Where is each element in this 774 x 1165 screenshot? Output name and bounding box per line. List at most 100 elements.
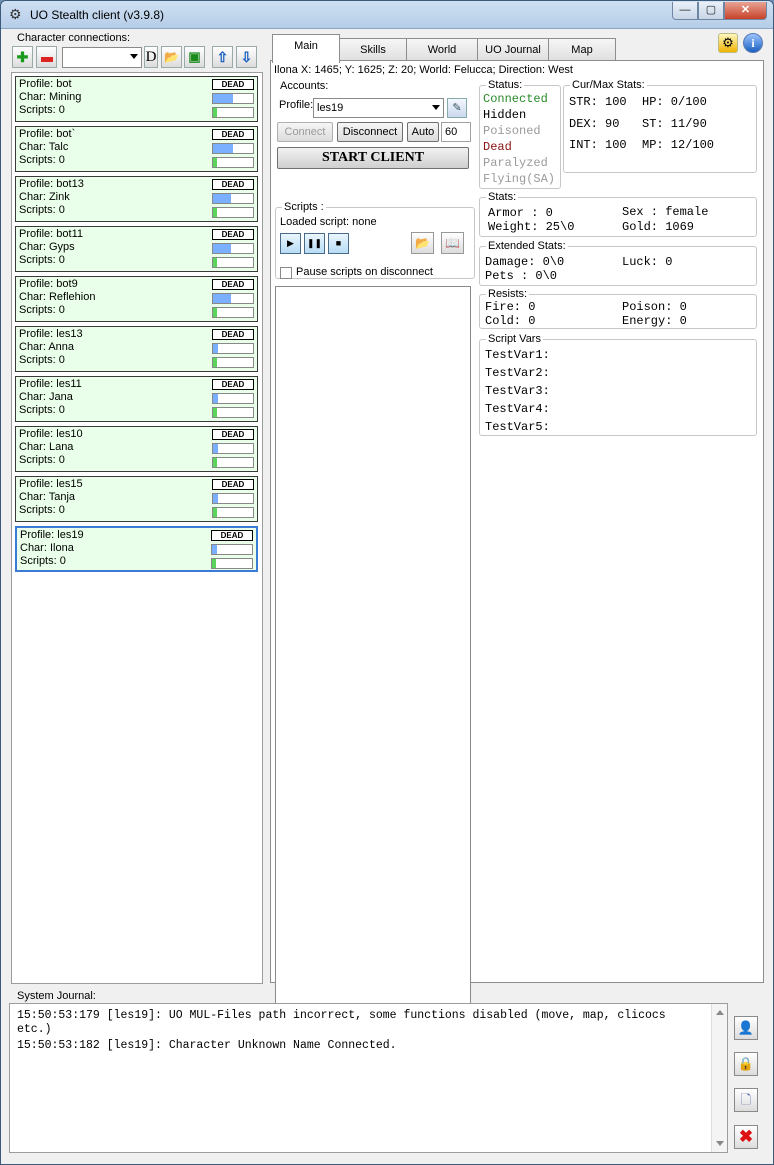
minimize-button[interactable]: — [672, 2, 698, 20]
disconnect-button[interactable]: Disconnect [337, 122, 403, 142]
tab-main[interactable]: Main [272, 34, 340, 63]
clear-journal-button[interactable]: ✖ [734, 1125, 758, 1149]
accounts-group: Accounts: Profile: les19 ✎ Connect Disco… [275, 80, 475, 201]
hp-bar [212, 293, 254, 304]
connection-scripts: Scripts: 0 [19, 454, 65, 466]
open-script-button[interactable]: 📂 [411, 232, 434, 254]
st-bar-fill [213, 458, 217, 467]
hp-bar [212, 393, 254, 404]
system-journal-caption: System Journal: [17, 990, 96, 1002]
connection-item[interactable]: Profile: bot Char: Mining Scripts: 0 DEAD [15, 76, 258, 122]
connection-scripts: Scripts: 0 [20, 555, 66, 567]
maximize-button[interactable]: ▢ [698, 2, 724, 20]
profile-label: Profile: [279, 99, 314, 111]
script-manager-button[interactable]: 📖 [441, 232, 464, 254]
profile-select-value: les19 [317, 102, 344, 114]
tab-skills[interactable]: Skills [339, 38, 407, 62]
d-button[interactable]: D [144, 46, 158, 68]
connection-profile: Profile: bot9 [19, 278, 78, 290]
script-var: TestVar1: [485, 348, 550, 362]
st-bar [212, 407, 254, 418]
st-bar-fill [213, 208, 217, 217]
connection-scripts: Scripts: 0 [19, 154, 65, 166]
journal-scrollbar[interactable] [711, 1004, 727, 1152]
st-bar-fill [213, 308, 217, 317]
run-script-button[interactable]: ▶ [280, 233, 301, 254]
chevron-down-icon [130, 54, 138, 59]
pause-script-button[interactable]: ❚❚ [304, 233, 325, 254]
hp-bar [212, 443, 254, 454]
st-bar-fill [212, 559, 216, 568]
user-button[interactable]: 👤 [734, 1016, 758, 1040]
stats-group: Stats: Armor : 0 Sex : female Weight: 25… [479, 191, 757, 237]
connection-item[interactable]: Profile: les11 Char: Jana Scripts: 0 DEAD [15, 376, 258, 422]
open-folder-button[interactable]: 📂 [161, 46, 182, 68]
connection-item[interactable]: Profile: les19 Char: Ilona Scripts: 0 DEAD [15, 526, 258, 572]
stop-script-button[interactable]: ■ [328, 233, 349, 254]
connections-list[interactable]: Profile: bot Char: Mining Scripts: 0 DEAD Pr… [11, 72, 263, 984]
connection-scripts: Scripts: 0 [19, 404, 65, 416]
st-bar [212, 457, 254, 468]
connection-item[interactable]: Profile: bot11 Char: Gyps Scripts: 0 DEAD [15, 226, 258, 272]
connection-scripts: Scripts: 0 [19, 254, 65, 266]
gold-value: Gold: 1069 [622, 220, 695, 234]
connection-item[interactable]: Profile: les13 Char: Anna Scripts: 0 DEAD [15, 326, 258, 372]
curmax-stats-group: Cur/Max Stats: STR: 100 HP: 0/100 DEX: 9… [563, 79, 757, 173]
script-editor-area[interactable] [275, 286, 471, 1008]
st-bar-fill [213, 158, 217, 167]
info-button[interactable]: i [743, 33, 763, 53]
arrow-down-icon: ⇩ [240, 49, 253, 65]
connect-button[interactable]: Connect [277, 122, 333, 142]
tab-uo-journal[interactable]: UO Journal [477, 38, 549, 62]
connection-scripts: Scripts: 0 [19, 204, 65, 216]
tab-world[interactable]: World [406, 38, 478, 62]
lock-icon: 🔒 [737, 1056, 755, 1071]
connection-item[interactable]: Profile: bot9 Char: Reflehion Scripts: 0 DE… [15, 276, 258, 322]
hp-bar [212, 193, 254, 204]
auto-interval-input[interactable]: 60 [441, 122, 471, 142]
remove-connection-button[interactable] [36, 46, 57, 68]
str-value: STR: 100 [569, 95, 627, 109]
auto-button[interactable]: Auto [407, 122, 439, 142]
document-button[interactable]: 🗋 [734, 1088, 758, 1112]
connection-profile: Profile: les11 [19, 378, 82, 390]
lock-button[interactable]: 🔒 [734, 1052, 758, 1076]
resists-legend: Resists: [486, 288, 530, 300]
st-bar [212, 257, 254, 268]
scroll-down-icon[interactable] [716, 1141, 724, 1146]
main-area: Main Skills World UO Journal Map ⚙ i Ilo… [266, 30, 766, 1008]
close-button[interactable]: ✕ [724, 2, 767, 20]
connection-item[interactable]: Profile: bot` Char: Talc Scripts: 0 DEAD [15, 126, 258, 172]
move-up-button[interactable]: ⇧ [212, 46, 233, 68]
connection-item[interactable]: Profile: les10 Char: Lana Scripts: 0 DEAD [15, 426, 258, 472]
status-flying-sa: Flying(SA) [483, 172, 556, 186]
st-bar [211, 558, 253, 569]
hp-bar-fill [213, 344, 218, 353]
connection-char: Char: Zink [19, 191, 70, 203]
pets-value: Pets : 0\0 [485, 269, 558, 283]
edit-profile-button[interactable]: ✎ [447, 98, 467, 118]
scripts-legend: Scripts : [282, 201, 326, 213]
profile-select[interactable]: les19 [313, 98, 444, 118]
add-connection-button[interactable]: ✚ [12, 46, 33, 68]
system-journal[interactable]: 15:50:53:179 [les19]: UO MUL-Files path … [9, 1003, 728, 1153]
connection-profile: Profile: bot [19, 78, 72, 90]
connection-item[interactable]: Profile: bot13 Char: Zink Scripts: 0 DEAD [15, 176, 258, 222]
start-client-button[interactable]: START CLIENT [277, 147, 469, 169]
tab-map[interactable]: Map [548, 38, 616, 62]
save-button[interactable]: ▣ [184, 46, 205, 68]
loaded-script-label: Loaded script: none [280, 216, 377, 228]
script-var: TestVar3: [485, 384, 550, 398]
move-down-button[interactable]: ⇩ [236, 46, 257, 68]
connection-group-select[interactable] [62, 47, 142, 68]
connection-char: Char: Anna [19, 341, 75, 353]
pause-on-disconnect-checkbox[interactable] [280, 267, 292, 279]
connection-item[interactable]: Profile: les15 Char: Tanja Scripts: 0 DEAD [15, 476, 258, 522]
settings-button[interactable]: ⚙ [718, 33, 738, 53]
scroll-up-icon[interactable] [716, 1010, 724, 1015]
dead-status-badge: DEAD [212, 279, 254, 290]
main-tab-panel: Ilona X: 1465; Y: 1625; Z: 20; World: Fe… [270, 60, 764, 1008]
title-bar[interactable]: ⚙ UO Stealth client (v3.9.8) — ▢ ✕ [1, 1, 773, 29]
script-var: TestVar4: [485, 402, 550, 416]
edit-profile-icon: ✎ [452, 102, 462, 114]
